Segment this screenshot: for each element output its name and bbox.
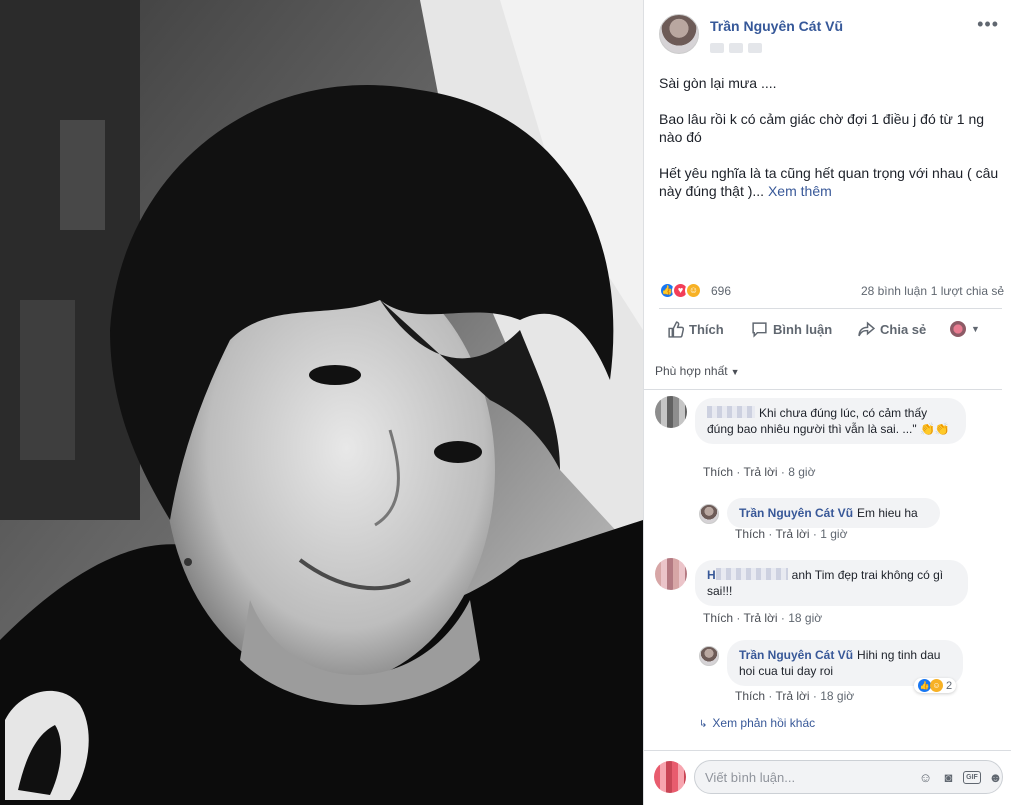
comment-like-link[interactable]: Thích bbox=[703, 465, 733, 479]
reaction-summary: 👍 ♥ ☺ 696 28 bình luận 1 lượt chia sẻ bbox=[659, 282, 1004, 302]
reply-like-link[interactable]: Thích bbox=[735, 527, 765, 541]
commenter-name-blurred[interactable] bbox=[715, 568, 788, 580]
reaction-as-selector[interactable]: ▼ bbox=[950, 321, 980, 337]
more-replies-label: Xem phản hồi khác bbox=[712, 716, 816, 730]
emoji-icon[interactable]: ☺ bbox=[917, 769, 934, 786]
author-avatar[interactable] bbox=[659, 14, 699, 54]
reply-bubble: Trần Nguyên Cát Vũ Em hieu ha bbox=[727, 498, 940, 528]
more-dots-icon[interactable]: ••• bbox=[977, 14, 999, 35]
see-more-link[interactable]: Xem thêm bbox=[768, 183, 832, 199]
post-text-paragraph: Hết yêu nghĩa là ta cũng hết quan trọng … bbox=[659, 164, 999, 200]
post-text: Sài gòn lại mưa .... Bao lâu rồi k có cả… bbox=[659, 74, 999, 218]
comments-section: Phù hợp nhất ▼ Khi chưa đúng lúc, có cảm … bbox=[644, 348, 1011, 748]
commenter-name-blurred[interactable] bbox=[707, 406, 755, 418]
comment-time[interactable]: 8 giờ bbox=[788, 465, 815, 479]
comment-reply-link[interactable]: Trả lời bbox=[743, 465, 777, 479]
commenter-avatar-blurred[interactable] bbox=[655, 396, 687, 428]
comment-bubble: Khi chưa đúng lúc, có cảm thấy đúng bao … bbox=[695, 398, 966, 444]
clapping-hands-icon: 👏👏 bbox=[919, 422, 950, 436]
post-header: Trần Nguyên Cát Vũ ••• bbox=[659, 14, 999, 58]
comment-composer: Viết bình luận... ☺ ◙ GIF ☻ bbox=[644, 750, 1011, 805]
comment-bubble: Hanh Tim đẹp trai không có gì sai!!! bbox=[695, 560, 968, 606]
comment-reply-link[interactable]: Trả lời bbox=[743, 611, 777, 625]
composer-tools: ☺ ◙ GIF ☻ bbox=[917, 769, 1004, 786]
post-text-paragraph: Bao lâu rồi k có cảm giác chờ đợi 1 điều… bbox=[659, 111, 985, 145]
divider bbox=[659, 308, 1002, 309]
reply-reply-link[interactable]: Trả lời bbox=[775, 689, 809, 703]
replier-name[interactable]: Trần Nguyên Cát Vũ bbox=[739, 648, 853, 662]
sticker-icon[interactable]: ☻ bbox=[987, 769, 1004, 786]
post-photo[interactable] bbox=[0, 0, 643, 805]
selfie-photo-image bbox=[0, 0, 643, 805]
comment-filter-dropdown[interactable]: Phù hợp nhất ▼ bbox=[655, 364, 740, 378]
share-button[interactable]: Chia sẻ bbox=[858, 321, 926, 338]
reply-meta: Thích · Trả lời · 18 giờ bbox=[735, 689, 855, 703]
replier-avatar[interactable] bbox=[699, 504, 719, 524]
commenter-name-initial[interactable]: H bbox=[707, 568, 716, 582]
reply-time[interactable]: 18 giờ bbox=[820, 689, 854, 703]
comment-button[interactable]: Bình luận bbox=[751, 321, 832, 338]
share-button-label: Chia sẻ bbox=[880, 322, 927, 337]
reply-reaction-count: 2 bbox=[946, 679, 953, 692]
reply-reply-link[interactable]: Trả lời bbox=[775, 527, 809, 541]
reply-text: Em hieu ha bbox=[857, 506, 918, 520]
divider bbox=[644, 389, 1002, 390]
reply-like-link[interactable]: Thích bbox=[735, 689, 765, 703]
comment-button-label: Bình luận bbox=[773, 322, 833, 337]
chevron-down-icon: ▼ bbox=[971, 324, 980, 334]
like-button[interactable]: Thích bbox=[667, 321, 724, 338]
camera-icon[interactable]: ◙ bbox=[940, 769, 957, 786]
chevron-down-icon: ▼ bbox=[730, 367, 740, 377]
post-viewer: Trần Nguyên Cát Vũ ••• Sài gòn lại mưa .… bbox=[0, 0, 1011, 805]
gif-icon[interactable]: GIF bbox=[963, 771, 981, 784]
reply-time[interactable]: 1 giờ bbox=[820, 527, 847, 541]
comment-meta: Thích · Trả lời · 18 giờ bbox=[703, 611, 823, 625]
reply-reaction-badge[interactable]: 👍 ☺ 2 bbox=[914, 678, 957, 693]
replier-avatar[interactable] bbox=[699, 646, 719, 666]
comment-like-link[interactable]: Thích bbox=[703, 611, 733, 625]
post-timestamp-blurred[interactable] bbox=[710, 40, 772, 53]
comment-count[interactable]: 28 bình luận bbox=[861, 284, 927, 298]
haha-reaction-icon: ☺ bbox=[685, 282, 702, 299]
reply-arrow-icon: ↳ bbox=[699, 719, 708, 730]
comment-input-placeholder: Viết bình luận... bbox=[705, 770, 796, 785]
watermark-logo bbox=[5, 690, 89, 800]
page-avatar bbox=[950, 321, 966, 337]
current-user-avatar-blurred bbox=[654, 761, 686, 793]
comment-filter-label: Phù hợp nhất bbox=[655, 364, 728, 378]
comment-meta: Thích · Trả lời · 8 giờ bbox=[703, 465, 816, 479]
replier-name[interactable]: Trần Nguyên Cát Vũ bbox=[739, 506, 853, 520]
post-text-paragraph: Sài gòn lại mưa .... bbox=[659, 75, 777, 91]
reply-meta: Thích · Trả lời · 1 giờ bbox=[735, 527, 848, 541]
haha-reaction-icon: ☺ bbox=[930, 679, 943, 692]
reaction-count[interactable]: 696 bbox=[711, 284, 731, 298]
share-count[interactable]: 1 lượt chia sẻ bbox=[931, 284, 1004, 298]
comment-icon bbox=[752, 322, 767, 338]
commenter-avatar-blurred[interactable] bbox=[655, 558, 687, 590]
author-name[interactable]: Trần Nguyên Cát Vũ bbox=[710, 18, 843, 34]
comment-time[interactable]: 18 giờ bbox=[788, 611, 822, 625]
post-details-panel: Trần Nguyên Cát Vũ ••• Sài gòn lại mưa .… bbox=[643, 0, 1011, 805]
thumbs-up-icon bbox=[668, 321, 684, 338]
like-button-label: Thích bbox=[689, 322, 724, 337]
more-replies-link[interactable]: ↳ Xem phản hồi khác bbox=[699, 716, 815, 730]
share-arrow-icon bbox=[858, 321, 875, 337]
post-actions: Thích Bình luận Chia sẻ ▼ bbox=[659, 314, 1002, 346]
